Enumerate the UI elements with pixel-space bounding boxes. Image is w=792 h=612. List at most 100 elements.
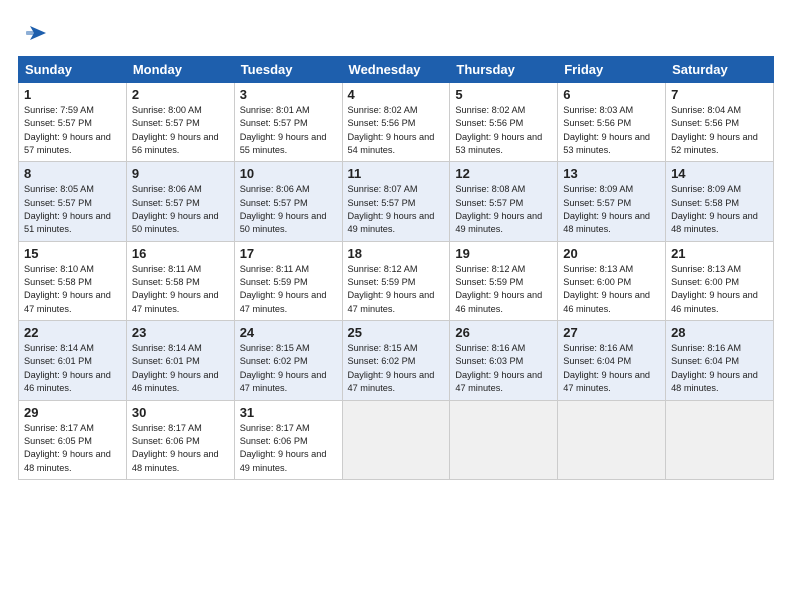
calendar-cell: 10Sunrise: 8:06 AMSunset: 5:57 PMDayligh… — [234, 162, 342, 241]
calendar-cell: 12Sunrise: 8:08 AMSunset: 5:57 PMDayligh… — [450, 162, 558, 241]
calendar-cell: 4Sunrise: 8:02 AMSunset: 5:56 PMDaylight… — [342, 83, 450, 162]
day-number: 16 — [132, 246, 229, 261]
day-number: 5 — [455, 87, 552, 102]
day-info: Sunrise: 8:16 AMSunset: 6:04 PMDaylight:… — [563, 342, 660, 395]
day-info: Sunrise: 8:04 AMSunset: 5:56 PMDaylight:… — [671, 104, 768, 157]
calendar-cell: 20 Sunrise: 8:13 AMSunset: 6:00 PMDayligh… — [558, 241, 666, 320]
day-info: Sunrise: 8:17 AMSunset: 6:05 PMDaylight:… — [24, 422, 121, 475]
day-number: 6 — [563, 87, 660, 102]
day-info: Sunrise: 8:02 AMSunset: 5:56 PMDaylight:… — [348, 104, 445, 157]
day-info: Sunrise: 7:59 AMSunset: 5:57 PMDaylight:… — [24, 104, 121, 157]
calendar-cell: 23 Sunrise: 8:14 AMSunset: 6:01 PMDayligh… — [126, 321, 234, 400]
day-number: 21 — [671, 246, 768, 261]
day-info: Sunrise: 8:17 AMSunset: 6:06 PMDaylight:… — [240, 422, 337, 475]
header — [18, 18, 774, 48]
calendar-cell: 2Sunrise: 8:00 AMSunset: 5:57 PMDaylight… — [126, 83, 234, 162]
day-info: Sunrise: 8:07 AMSunset: 5:57 PMDaylight:… — [348, 183, 445, 236]
calendar-cell: 22Sunrise: 8:14 AMSunset: 6:01 PMDayligh… — [19, 321, 127, 400]
calendar-cell: 14 Sunrise: 8:09 AMSunset: 5:58 PMDayligh… — [666, 162, 774, 241]
calendar-cell: 31 Sunrise: 8:17 AMSunset: 6:06 PMDayligh… — [234, 400, 342, 479]
day-number: 18 — [348, 246, 445, 261]
calendar-week-row: 15 Sunrise: 8:10 AMSunset: 5:58 PMDayligh… — [19, 241, 774, 320]
calendar-cell: 26 Sunrise: 8:16 AMSunset: 6:03 PMDayligh… — [450, 321, 558, 400]
logo-icon — [20, 18, 50, 48]
calendar-cell: 8 Sunrise: 8:05 AMSunset: 5:57 PMDaylight… — [19, 162, 127, 241]
calendar-cell — [558, 400, 666, 479]
calendar-cell: 3 Sunrise: 8:01 AMSunset: 5:57 PMDaylight… — [234, 83, 342, 162]
day-number: 2 — [132, 87, 229, 102]
day-number: 15 — [24, 246, 121, 261]
day-of-week-header: Wednesday — [342, 57, 450, 83]
calendar-week-row: 29 Sunrise: 8:17 AMSunset: 6:05 PMDayligh… — [19, 400, 774, 479]
calendar-cell: 28Sunrise: 8:16 AMSunset: 6:04 PMDayligh… — [666, 321, 774, 400]
calendar-table: SundayMondayTuesdayWednesdayThursdayFrid… — [18, 56, 774, 480]
calendar-cell: 27 Sunrise: 8:16 AMSunset: 6:04 PMDayligh… — [558, 321, 666, 400]
day-number: 26 — [455, 325, 552, 340]
calendar-cell: 29 Sunrise: 8:17 AMSunset: 6:05 PMDayligh… — [19, 400, 127, 479]
day-number: 20 — [563, 246, 660, 261]
day-of-week-header: Sunday — [19, 57, 127, 83]
day-info: Sunrise: 8:09 AMSunset: 5:57 PMDaylight:… — [563, 183, 660, 236]
day-info: Sunrise: 8:02 AMSunset: 5:56 PMDaylight:… — [455, 104, 552, 157]
day-info: Sunrise: 8:12 AMSunset: 5:59 PMDaylight:… — [348, 263, 445, 316]
day-number: 22 — [24, 325, 121, 340]
day-info: Sunrise: 8:10 AMSunset: 5:58 PMDaylight:… — [24, 263, 121, 316]
day-of-week-header: Thursday — [450, 57, 558, 83]
calendar-cell: 1 Sunrise: 7:59 AMSunset: 5:57 PMDaylight… — [19, 83, 127, 162]
day-info: Sunrise: 8:15 AMSunset: 6:02 PMDaylight:… — [348, 342, 445, 395]
day-info: Sunrise: 8:09 AMSunset: 5:58 PMDaylight:… — [671, 183, 768, 236]
day-info: Sunrise: 8:06 AMSunset: 5:57 PMDaylight:… — [240, 183, 337, 236]
day-number: 30 — [132, 405, 229, 420]
day-number: 8 — [24, 166, 121, 181]
calendar-cell: 18 Sunrise: 8:12 AMSunset: 5:59 PMDayligh… — [342, 241, 450, 320]
day-number: 17 — [240, 246, 337, 261]
day-number: 27 — [563, 325, 660, 340]
calendar-cell: 15 Sunrise: 8:10 AMSunset: 5:58 PMDayligh… — [19, 241, 127, 320]
calendar-cell: 16Sunrise: 8:11 AMSunset: 5:58 PMDayligh… — [126, 241, 234, 320]
day-of-week-header: Friday — [558, 57, 666, 83]
day-number: 9 — [132, 166, 229, 181]
day-info: Sunrise: 8:14 AMSunset: 6:01 PMDaylight:… — [132, 342, 229, 395]
day-info: Sunrise: 8:01 AMSunset: 5:57 PMDaylight:… — [240, 104, 337, 157]
calendar-cell: 5 Sunrise: 8:02 AMSunset: 5:56 PMDaylight… — [450, 83, 558, 162]
calendar-cell — [666, 400, 774, 479]
day-number: 29 — [24, 405, 121, 420]
day-number: 11 — [348, 166, 445, 181]
calendar-cell: 13Sunrise: 8:09 AMSunset: 5:57 PMDayligh… — [558, 162, 666, 241]
calendar-cell: 30 Sunrise: 8:17 AMSunset: 6:06 PMDayligh… — [126, 400, 234, 479]
day-number: 1 — [24, 87, 121, 102]
day-info: Sunrise: 8:13 AMSunset: 6:00 PMDaylight:… — [671, 263, 768, 316]
day-info: Sunrise: 8:16 AMSunset: 6:03 PMDaylight:… — [455, 342, 552, 395]
day-number: 14 — [671, 166, 768, 181]
calendar-cell — [450, 400, 558, 479]
day-number: 23 — [132, 325, 229, 340]
logo — [18, 18, 50, 48]
day-info: Sunrise: 8:13 AMSunset: 6:00 PMDaylight:… — [563, 263, 660, 316]
calendar-cell: 25 Sunrise: 8:15 AMSunset: 6:02 PMDayligh… — [342, 321, 450, 400]
calendar-cell: 7Sunrise: 8:04 AMSunset: 5:56 PMDaylight… — [666, 83, 774, 162]
calendar-cell: 21 Sunrise: 8:13 AMSunset: 6:00 PMDayligh… — [666, 241, 774, 320]
day-number: 31 — [240, 405, 337, 420]
day-number: 3 — [240, 87, 337, 102]
day-number: 19 — [455, 246, 552, 261]
calendar-week-row: 22 Sunrise: 8:14 AMSunset: 6:01 PMDayligh… — [19, 321, 774, 400]
day-info: Sunrise: 8:08 AMSunset: 5:57 PMDaylight:… — [455, 183, 552, 236]
day-info: Sunrise: 8:15 AMSunset: 6:02 PMDaylight:… — [240, 342, 337, 395]
calendar-week-row: 1 Sunrise: 7:59 AMSunset: 5:57 PMDaylight… — [19, 83, 774, 162]
calendar-cell: 9Sunrise: 8:06 AMSunset: 5:57 PMDaylight… — [126, 162, 234, 241]
day-of-week-header: Saturday — [666, 57, 774, 83]
day-info: Sunrise: 8:11 AMSunset: 5:59 PMDaylight:… — [240, 263, 337, 316]
day-info: Sunrise: 8:03 AMSunset: 5:56 PMDaylight:… — [563, 104, 660, 157]
day-info: Sunrise: 8:16 AMSunset: 6:04 PMDaylight:… — [671, 342, 768, 395]
day-number: 25 — [348, 325, 445, 340]
calendar-week-row: 8 Sunrise: 8:05 AMSunset: 5:57 PMDaylight… — [19, 162, 774, 241]
day-number: 24 — [240, 325, 337, 340]
day-info: Sunrise: 8:05 AMSunset: 5:57 PMDaylight:… — [24, 183, 121, 236]
calendar-cell: 19 Sunrise: 8:12 AMSunset: 5:59 PMDayligh… — [450, 241, 558, 320]
day-of-week-header: Monday — [126, 57, 234, 83]
page: SundayMondayTuesdayWednesdayThursdayFrid… — [0, 0, 792, 612]
day-info: Sunrise: 8:17 AMSunset: 6:06 PMDaylight:… — [132, 422, 229, 475]
calendar-cell — [342, 400, 450, 479]
calendar-cell: 17 Sunrise: 8:11 AMSunset: 5:59 PMDayligh… — [234, 241, 342, 320]
day-info: Sunrise: 8:12 AMSunset: 5:59 PMDaylight:… — [455, 263, 552, 316]
